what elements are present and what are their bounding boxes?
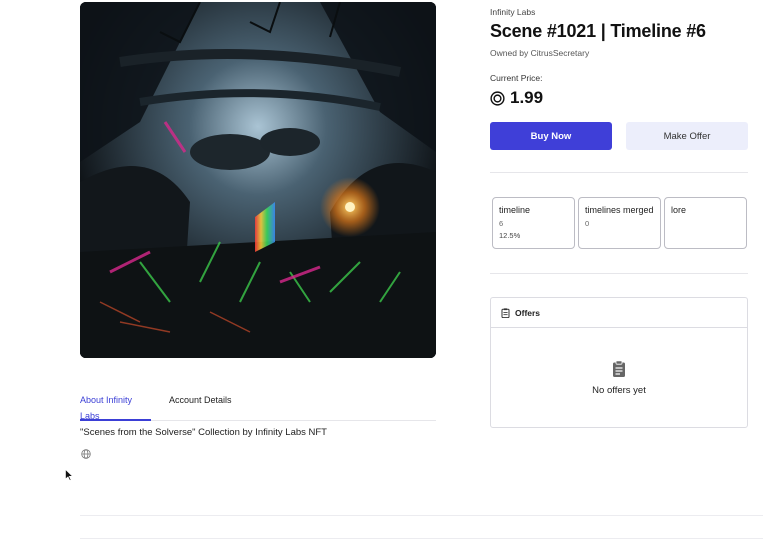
clipboard-icon: [501, 307, 510, 318]
trait-card-lore[interactable]: lore: [664, 197, 747, 249]
trait-type: timeline: [499, 205, 531, 215]
trait-value: 6: [499, 219, 504, 228]
offers-empty-text: No offers yet: [592, 385, 646, 396]
price-label: Current Price:: [490, 73, 543, 83]
offers-header: Offers: [491, 298, 747, 328]
trait-type: lore: [671, 205, 687, 215]
about-tabs: About Infinity Labs Account Details: [80, 392, 436, 421]
divider: [490, 273, 748, 274]
offers-panel: Offers No offers yet: [490, 297, 748, 428]
trait-type: timelines merged: [585, 205, 654, 215]
collection-link[interactable]: Infinity Labs: [490, 7, 535, 17]
price-value: 1.99: [510, 88, 544, 107]
make-offer-button[interactable]: Make Offer: [626, 122, 748, 150]
divider: [490, 172, 748, 173]
price-display: 1.99: [490, 87, 543, 109]
globe-icon[interactable]: [81, 449, 91, 459]
divider: [80, 515, 763, 516]
offers-title: Offers: [515, 307, 541, 318]
page-title: Scene #1021 | Timeline #6: [490, 21, 706, 41]
trait-percent: 12.5%: [499, 231, 521, 240]
nft-artwork-image[interactable]: [80, 2, 436, 358]
trait-card-timelines-merged[interactable]: timelines merged 0: [578, 197, 661, 249]
clipboard-list-icon: [613, 360, 625, 377]
currency-coin-icon: [490, 90, 505, 106]
divider: [80, 538, 763, 539]
tab-account-details[interactable]: Account Details: [169, 392, 232, 421]
buy-now-button[interactable]: Buy Now: [490, 122, 612, 150]
collection-description: "Scenes from the Solverse" Collection by…: [80, 427, 327, 438]
trait-card-timeline[interactable]: timeline 6 12.5%: [492, 197, 575, 249]
tab-about[interactable]: About Infinity Labs: [80, 392, 151, 421]
owner-text[interactable]: Owned by CitrusSecretary: [490, 48, 589, 58]
trait-value: 0: [585, 219, 590, 228]
mouse-cursor-icon: [65, 469, 73, 481]
